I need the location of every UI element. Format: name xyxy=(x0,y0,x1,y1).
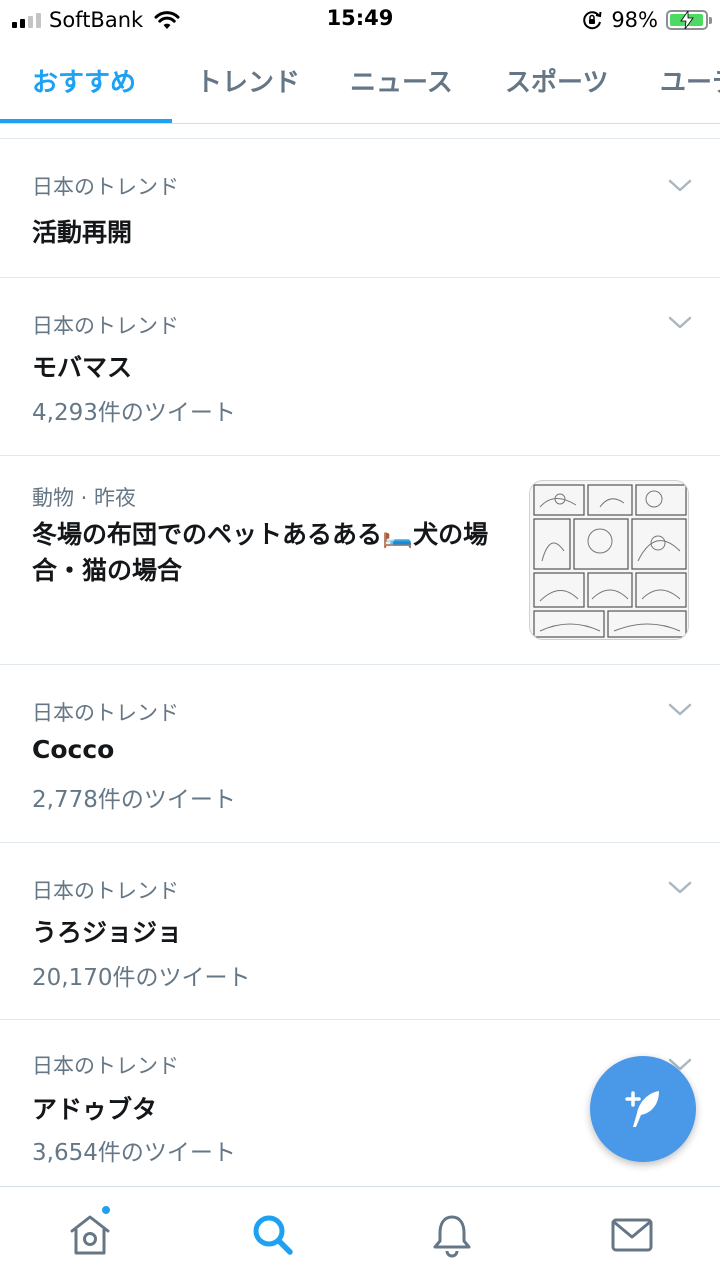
trend-context: 日本のトレンド xyxy=(32,314,179,338)
notifications-bell-icon xyxy=(433,1215,471,1258)
trend-title: Cocco xyxy=(32,735,115,764)
tab-sports[interactable]: スポーツ xyxy=(505,62,608,99)
news-thumbnail xyxy=(529,480,689,640)
tweet-count: 2,778件のツイート xyxy=(32,787,236,813)
trend-item[interactable]: 日本のトレンド うろジョジョ 20,170件のツイート xyxy=(0,843,720,1020)
tweet-count: 3,654件のツイート xyxy=(32,1140,236,1166)
chevron-down-icon[interactable] xyxy=(668,703,692,717)
nav-notifications[interactable] xyxy=(428,1211,476,1259)
nav-search[interactable] xyxy=(248,1211,296,1259)
trend-context: 日本のトレンド xyxy=(32,701,179,725)
tab-trends[interactable]: トレンド xyxy=(196,62,300,99)
news-item[interactable]: 動物 · 昨夜 冬場の布団でのペットあるある🛏️犬の場合・猫の場合 xyxy=(0,456,720,665)
trend-item[interactable]: 日本のトレンド 活動再開 xyxy=(0,139,720,278)
search-icon xyxy=(253,1215,293,1255)
trend-title: 活動再開 xyxy=(32,218,133,247)
battery-percent: 98% xyxy=(611,8,658,32)
trend-title: アドゥブタ xyxy=(32,1095,158,1124)
nav-home[interactable] xyxy=(66,1211,114,1259)
trend-title: モバマス xyxy=(32,353,133,382)
trend-item[interactable]: 日本のトレンド Cocco 2,778件のツイート xyxy=(0,665,720,843)
nav-messages[interactable] xyxy=(608,1211,656,1259)
tab-recommended[interactable]: おすすめ xyxy=(32,62,136,99)
active-tab-indicator xyxy=(0,119,172,123)
tab-entertainment[interactable]: ユーテ xyxy=(660,62,720,99)
chevron-down-icon[interactable] xyxy=(668,881,692,895)
status-bar: SoftBank 15:49 98% xyxy=(0,0,720,40)
manga-thumbnail-image xyxy=(530,481,688,639)
compose-tweet-icon xyxy=(625,1091,659,1127)
trend-context: 日本のトレンド xyxy=(32,879,179,903)
trend-context: 日本のトレンド xyxy=(32,1054,179,1078)
chevron-down-icon[interactable] xyxy=(668,179,692,193)
trend-context: 日本のトレンド xyxy=(32,175,179,199)
rotation-lock-icon xyxy=(583,11,602,30)
home-icon xyxy=(70,1215,110,1255)
charging-bolt-icon xyxy=(680,11,694,29)
trend-item[interactable]: 日本のトレンド モバマス 4,293件のツイート xyxy=(0,278,720,456)
tab-news[interactable]: ニュース xyxy=(350,62,453,99)
compose-tweet-button[interactable] xyxy=(590,1056,696,1162)
home-notification-dot xyxy=(100,1204,112,1216)
tweet-count: 20,170件のツイート xyxy=(32,965,251,991)
chevron-down-icon[interactable] xyxy=(668,316,692,330)
news-title: 冬場の布団でのペットあるある🛏️犬の場合・猫の場合 xyxy=(32,520,489,585)
bottom-navigation xyxy=(0,1186,720,1280)
messages-envelope-icon xyxy=(611,1218,653,1252)
status-right: 98% xyxy=(581,8,712,32)
explore-tabs: おすすめ トレンド ニュース スポーツ ユーテ xyxy=(0,44,720,124)
news-meta: 動物 · 昨夜 xyxy=(32,486,137,510)
tweet-count: 4,293件のツイート xyxy=(32,400,236,426)
trend-title: うろジョジョ xyxy=(32,918,183,947)
battery-icon xyxy=(666,10,712,30)
